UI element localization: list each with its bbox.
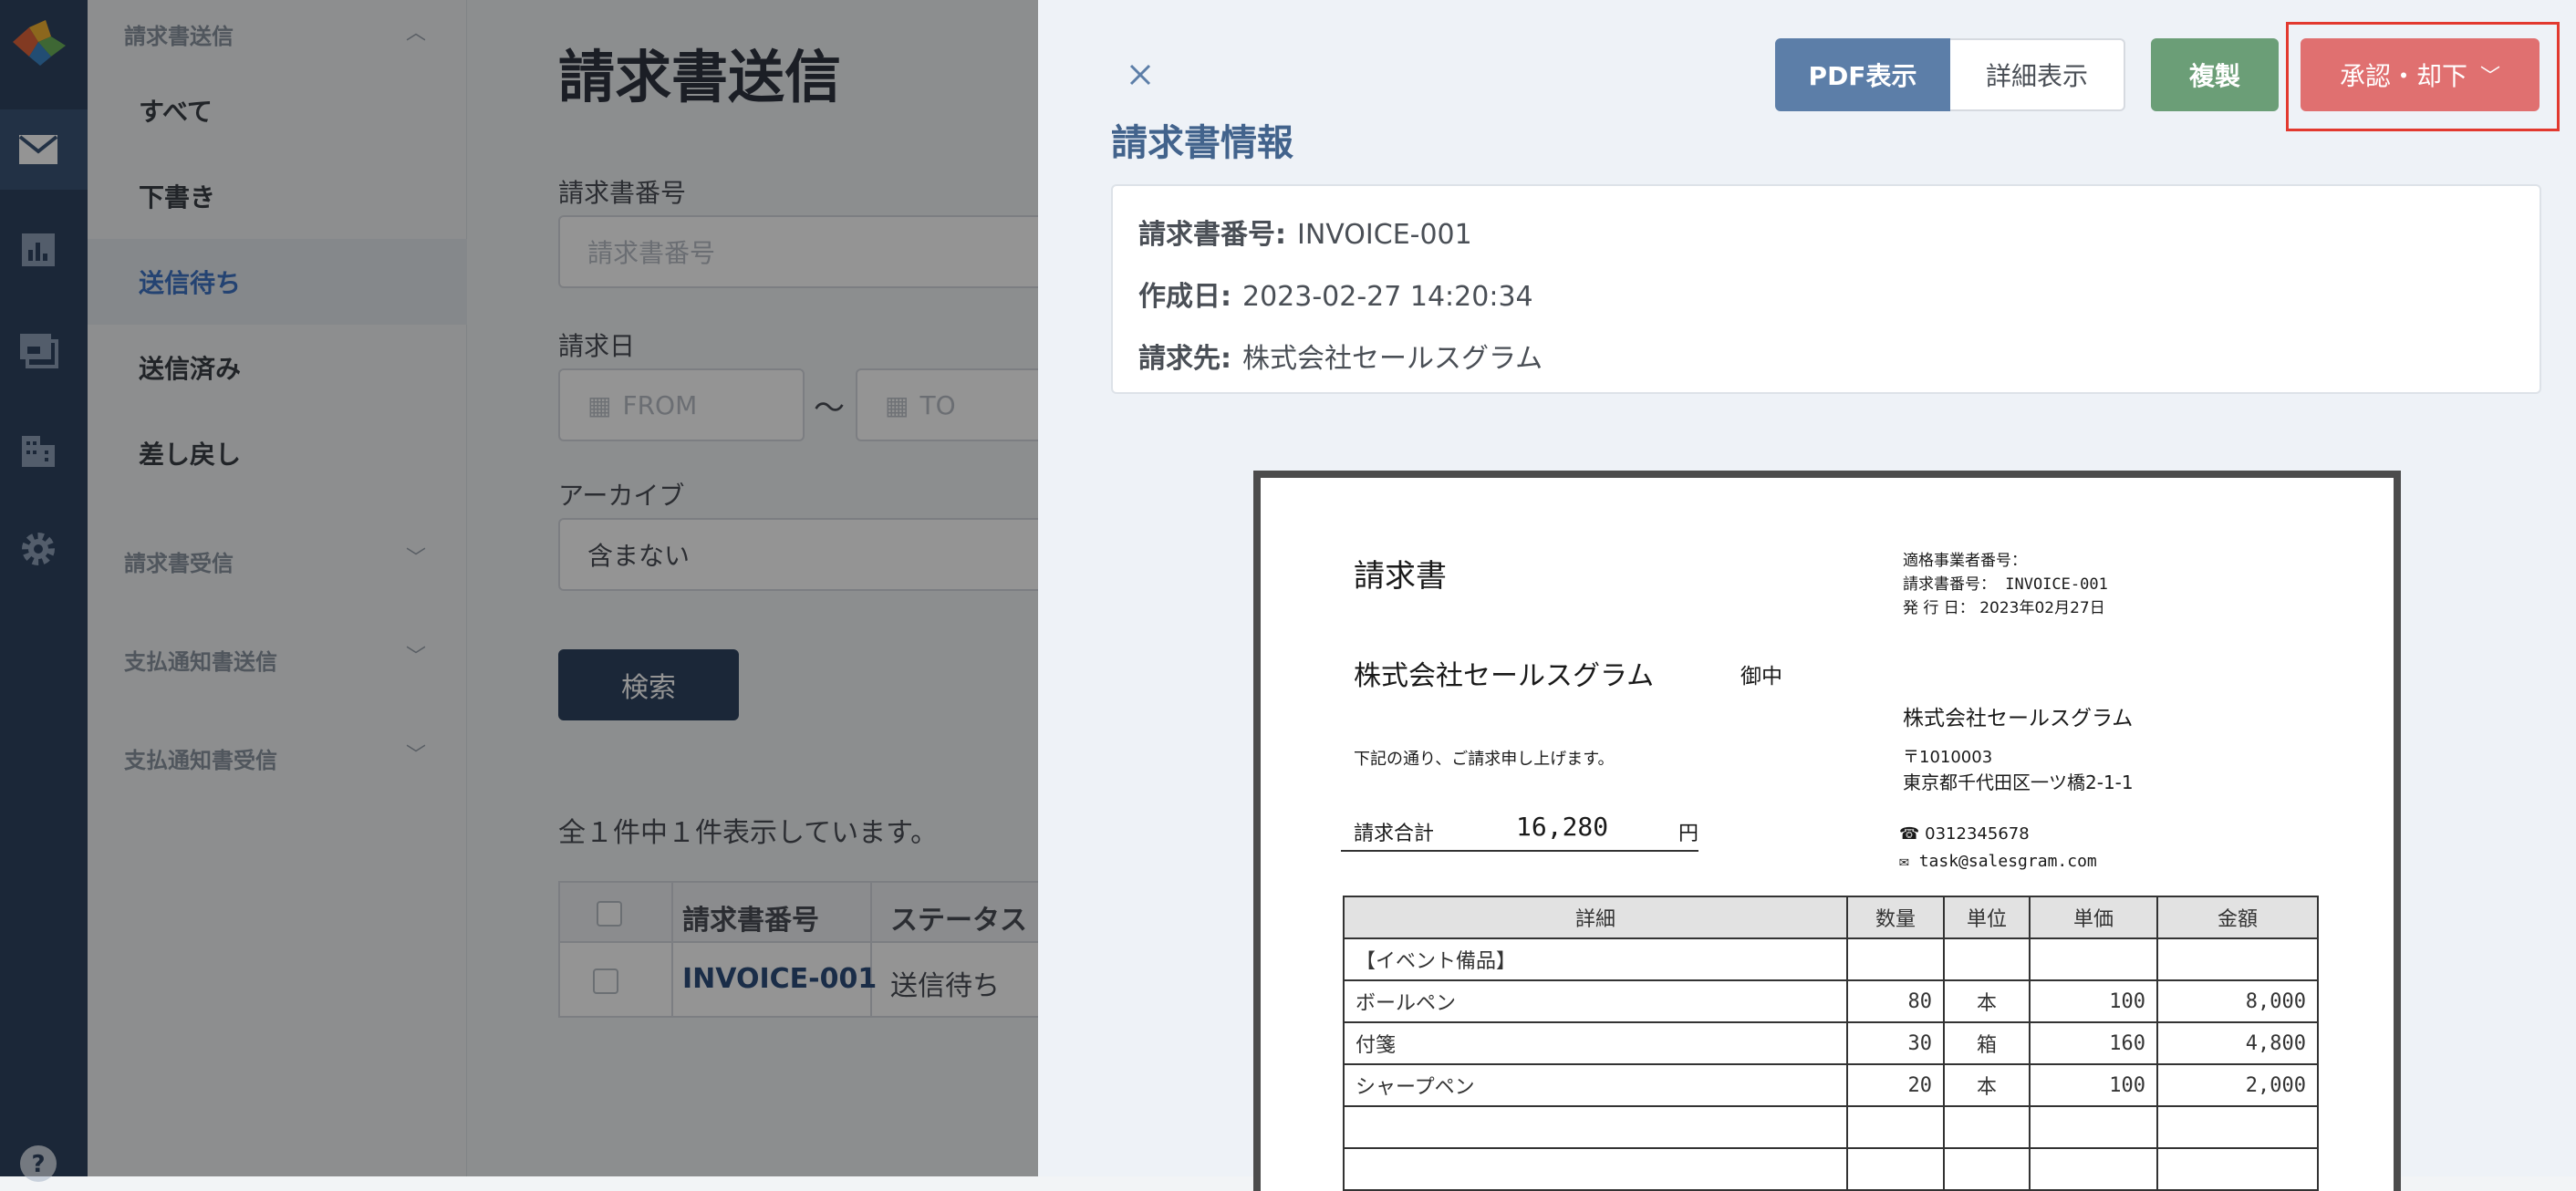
pdf-customer-name: 株式会社セールスグラム <box>1354 660 1655 692</box>
pdf-total-underline <box>1341 850 1698 852</box>
pdf-address: 東京都千代田区一ツ橋2-1-1 <box>1903 772 2134 793</box>
pdf-honorific: 御中 <box>1740 665 1782 689</box>
table-row: シャープペン 20 本 100 2,000 <box>1343 1063 2319 1107</box>
chevron-down-icon: ﹀ <box>2480 66 2501 88</box>
detail-view-button[interactable]: 詳細表示 <box>1950 38 2125 111</box>
pdf-invoice-number: 請求書番号： INVOICE-001 <box>1903 575 2108 594</box>
table-row: ボールペン 80 本 100 8,000 <box>1343 979 2319 1023</box>
pdf-yen: 円 <box>1678 823 1699 845</box>
phone-icon: ☎ <box>1899 824 1920 844</box>
info-bill-to: 請求先: 株式会社セールスグラム <box>1138 343 1543 375</box>
invoice-detail-drawer: PDF表示 詳細表示 複製 承認・却下 ﹀ 請求書情報 請求書番号: INVOIC… <box>1038 0 2576 1191</box>
section-title: 請求書情報 <box>1111 122 1293 164</box>
mail-icon: ✉ <box>1899 852 1909 871</box>
modal-overlay[interactable] <box>0 0 1038 1176</box>
pdf-total-amount: 16,280 <box>1516 812 1609 842</box>
pdf-view-button[interactable]: PDF表示 <box>1775 38 1950 111</box>
info-created-date: 作成日: 2023-02-27 14:20:34 <box>1138 281 1533 313</box>
pdf-zip: 〒1010003 <box>1903 748 1993 767</box>
pdf-preview[interactable]: 請求書 適格事業者番号： 請求書番号： INVOICE-001 発 行 日： 2… <box>1253 471 2401 1191</box>
table-row: 付箋 30 箱 160 4,800 <box>1343 1021 2319 1065</box>
pdf-phone: ☎ 0312345678 <box>1899 824 2030 844</box>
pdf-total-label: 請求合計 <box>1354 823 1435 845</box>
approve-reject-button[interactable]: 承認・却下 ﹀ <box>2301 38 2540 111</box>
duplicate-button[interactable]: 複製 <box>2151 38 2279 111</box>
pdf-greeting: 下記の通り、ご請求申し上げます。 <box>1354 750 1615 769</box>
pdf-issue-date: 発 行 日： 2023年02月27日 <box>1903 599 2105 617</box>
pdf-item-table: 詳細 数量 単位 単価 金額 【イベント備品】 ボールペン 80 本 100 8,000… <box>1343 896 2319 1191</box>
pdf-registration-label: 適格事業者番号： <box>1903 552 2027 570</box>
pdf-title: 請求書 <box>1354 558 1447 595</box>
table-row: 【イベント備品】 <box>1343 937 2319 981</box>
approve-reject-label: 承認・却下 <box>2339 61 2467 91</box>
table-row <box>1343 1147 2319 1191</box>
info-invoice-number: 請求書番号: INVOICE-001 <box>1138 219 1472 251</box>
pdf-email: ✉ task@salesgram.com <box>1899 852 2097 871</box>
close-icon[interactable] <box>1122 57 1158 93</box>
table-row <box>1343 1105 2319 1149</box>
invoice-info-card: 請求書番号: INVOICE-001 作成日: 2023-02-27 14:20:3… <box>1111 184 2541 394</box>
pdf-table-header: 詳細 数量 単位 単価 金額 <box>1343 896 2319 939</box>
pdf-sender-name: 株式会社セールスグラム <box>1903 707 2134 730</box>
